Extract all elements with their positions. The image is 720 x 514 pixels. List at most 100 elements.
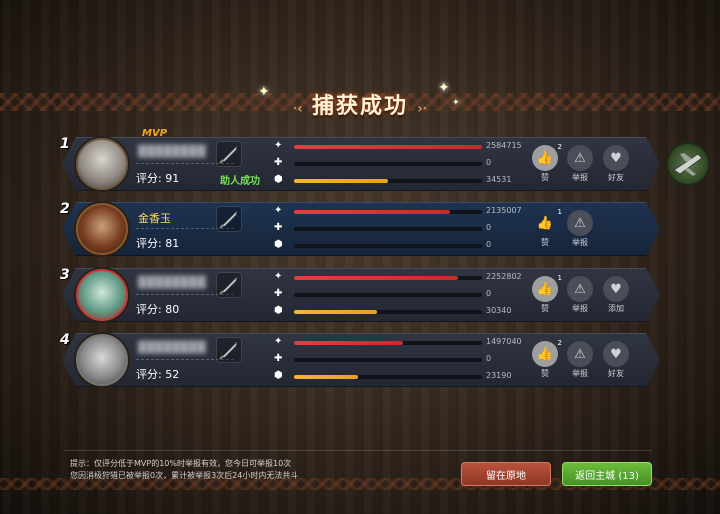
avatar[interactable] (76, 334, 128, 386)
player-name-obscured: ████████ (138, 341, 206, 354)
damage-stat: ✦ 2252802 (274, 271, 544, 284)
sparkle-icon: ✦ (258, 84, 270, 100)
friend-action[interactable]: ♥ 好友 (601, 145, 631, 183)
like-action[interactable]: 👍 1 赞 (530, 208, 562, 248)
shield-bar (294, 375, 482, 379)
damage-value: 2135007 (486, 206, 522, 215)
report-action[interactable]: ⚠ 举报 (565, 341, 595, 379)
damage-stat: ✦ 1497040 (274, 336, 544, 349)
like-action[interactable]: 👍 1 赞 (530, 274, 562, 314)
assist-success-text: 助人成功 (220, 176, 260, 187)
title-deco-left-icon: ·‹ (292, 101, 303, 117)
rank-number: 4 (60, 332, 70, 348)
report-action[interactable]: ⚠ 举报 (565, 210, 595, 248)
damage-bar-fill (294, 276, 458, 280)
damage-icon: ✦ (274, 336, 283, 347)
like-label: 赞 (541, 304, 549, 313)
heal-icon: ✚ (274, 353, 283, 364)
player-name-obscured: ████████ (138, 276, 206, 289)
heal-value: 0 (486, 354, 492, 363)
heal-bar (294, 227, 482, 231)
thumbs-up-icon[interactable]: 👍 (532, 341, 558, 367)
damage-icon: ✦ (274, 140, 283, 151)
player-row: 2 金香玉 评分: 81 ✦ 2135007 ✚ 0 ⬢ 0 👍 1 赞 ⚠ 举… (60, 201, 660, 256)
damage-stat: ✦ 2135007 (274, 205, 544, 218)
result-title: ·‹ 捕获成功 ›· (260, 88, 460, 122)
avatar[interactable] (76, 269, 128, 321)
like-label: 赞 (541, 369, 549, 378)
sparkle-icon: ✦ (438, 80, 450, 96)
airship-icon[interactable] (666, 142, 710, 186)
report-action[interactable]: ⚠ 举报 (565, 145, 595, 183)
add-friend-icon[interactable]: ♥ (603, 276, 629, 302)
shield-bar (294, 244, 482, 248)
weapon-slot[interactable] (216, 141, 242, 167)
sparkle-icon: ✦ (452, 98, 460, 108)
shield-icon: ⬢ (274, 174, 283, 185)
damage-value: 2584715 (486, 141, 522, 150)
report-action[interactable]: ⚠ 举报 (565, 276, 595, 314)
score-text: 评分: 80 (136, 303, 180, 316)
like-action[interactable]: 👍 2 赞 (530, 143, 562, 183)
return-city-button[interactable]: 返回主城 (13) (562, 462, 652, 486)
warning-icon[interactable]: ⚠ (567, 145, 593, 171)
thumbs-up-icon[interactable]: 👍 (532, 210, 558, 236)
shield-bar (294, 310, 482, 314)
heal-value: 0 (486, 158, 492, 167)
weapon-slot[interactable] (216, 206, 242, 232)
rank-number: 2 (60, 201, 70, 217)
heal-bar (294, 162, 482, 166)
shield-value: 34531 (486, 175, 512, 184)
report-label: 举报 (572, 369, 588, 378)
shield-value: 30340 (486, 306, 512, 315)
weapon-slot[interactable] (216, 272, 242, 298)
shield-stat: ⬢ 34531 (274, 174, 544, 187)
tip-text: 提示：仅评分低于MVP的10%时举报有效，您今日可举报10次 您因消极狩猎已被举… (70, 458, 298, 482)
warning-icon[interactable]: ⚠ (567, 210, 593, 236)
heal-icon: ✚ (274, 157, 283, 168)
player-name-obscured: ████████ (138, 145, 206, 158)
score-text: 评分: 81 (136, 237, 180, 250)
shield-icon: ⬢ (274, 239, 283, 250)
damage-icon: ✦ (274, 271, 283, 282)
shield-bar-fill (294, 310, 377, 314)
shield-value: 23190 (486, 371, 512, 380)
damage-bar-fill (294, 341, 404, 345)
player-name: 金香玉 (138, 212, 171, 225)
shield-stat: ⬢ 30340 (274, 305, 544, 318)
friend-action[interactable]: ♥ 添加 (601, 276, 631, 314)
like-label: 赞 (541, 238, 549, 247)
add-friend-icon[interactable]: ♥ (603, 341, 629, 367)
thumbs-up-icon[interactable]: 👍 (532, 276, 558, 302)
heal-bar (294, 293, 482, 297)
shield-bar-fill (294, 375, 358, 379)
damage-icon: ✦ (274, 205, 283, 216)
mvp-badge: MVP (142, 128, 168, 139)
like-count: 2 (557, 339, 562, 347)
damage-bar-fill (294, 210, 451, 214)
like-label: 赞 (541, 173, 549, 182)
shield-stat: ⬢ 23190 (274, 370, 544, 383)
shield-bar-fill (294, 179, 388, 183)
friend-action[interactable]: ♥ 好友 (601, 341, 631, 379)
title-text: 捕获成功 (311, 94, 408, 119)
weapon-slot[interactable] (216, 337, 242, 363)
avatar[interactable] (76, 138, 128, 190)
add-friend-icon[interactable]: ♥ (603, 145, 629, 171)
shield-icon: ⬢ (274, 370, 283, 381)
heal-value: 0 (486, 289, 492, 298)
footer-divider (64, 450, 652, 451)
stay-button[interactable]: 留在原地 (461, 462, 551, 486)
sword-icon (219, 276, 238, 295)
rank-number: 1 (60, 136, 70, 152)
warning-icon[interactable]: ⚠ (567, 341, 593, 367)
heal-stat: ✚ 0 (274, 157, 544, 170)
player-row: 4 ████████ 评分: 52 ✦ 1497040 ✚ 0 ⬢ 23190 … (60, 332, 660, 387)
damage-bar (294, 145, 482, 149)
warning-icon[interactable]: ⚠ (567, 276, 593, 302)
heal-bar (294, 358, 482, 362)
avatar[interactable] (76, 203, 128, 255)
report-label: 举报 (572, 304, 588, 313)
like-action[interactable]: 👍 2 赞 (530, 339, 562, 379)
thumbs-up-icon[interactable]: 👍 (532, 145, 558, 171)
